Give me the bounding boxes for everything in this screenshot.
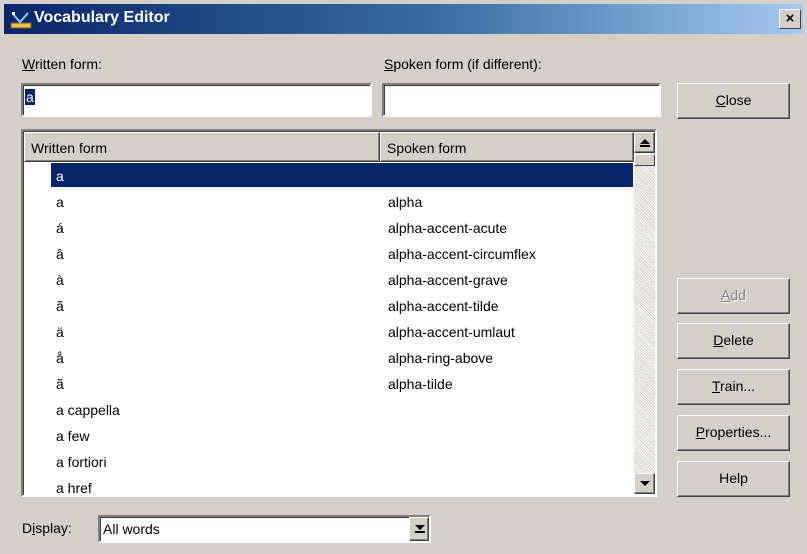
scroll-up-button[interactable]	[634, 132, 655, 153]
list-item-written: ã	[56, 298, 64, 314]
list-item-written: a	[56, 168, 64, 184]
window-close-button[interactable]: ×	[779, 9, 801, 29]
display-label: Display:	[22, 520, 72, 536]
help-button-label: Help	[719, 470, 748, 486]
list-item-written: ã	[56, 376, 64, 392]
scroll-down-button[interactable]	[634, 473, 655, 494]
list-item-spoken: alpha-accent-tilde	[388, 298, 499, 314]
train-button[interactable]: Train...	[677, 369, 790, 405]
list-item-spoken: alpha-accent-circumflex	[388, 246, 536, 262]
list-item[interactable]: a few	[24, 423, 633, 449]
list-item[interactable]: ä alpha-accent-umlaut	[24, 319, 633, 345]
spoken-form-label-text: poken form (if different):	[393, 56, 542, 72]
delete-button-accel: D	[713, 332, 724, 348]
display-selected-value: All words	[103, 521, 160, 537]
list-item[interactable]: ã alpha-accent-tilde	[24, 293, 633, 319]
vocabulary-list[interactable]: Written form Spoken form a a alpha á alpha-a…	[21, 129, 657, 497]
list-item-written: a fortiori	[56, 454, 107, 470]
list-item-written: à	[56, 272, 64, 288]
chevron-down-icon-bar	[415, 531, 425, 533]
help-button[interactable]: Help	[677, 461, 790, 497]
column-header-spoken-label: Spoken form	[387, 140, 467, 156]
list-item-written: å	[56, 350, 64, 366]
spoken-form-label-accel: S	[384, 56, 394, 72]
written-form-value: a	[25, 89, 35, 105]
list-item[interactable]: a cappella	[24, 397, 633, 423]
list-item[interactable]: å alpha-ring-above	[24, 345, 633, 371]
close-icon: ×	[785, 10, 795, 27]
properties-button[interactable]: Properties...	[677, 415, 790, 451]
list-item[interactable]: ã alpha-tilde	[24, 371, 633, 397]
written-form-label-accel: W	[22, 56, 35, 72]
column-header-spoken[interactable]: Spoken form	[380, 132, 634, 162]
list-rows: a a alpha á alpha-accent-acute â alpha-accent-…	[24, 163, 633, 496]
list-item-written: â	[56, 246, 64, 262]
list-item[interactable]: a alpha	[24, 189, 633, 215]
list-item-spoken: alpha-ring-above	[388, 350, 494, 366]
display-dropdown-button[interactable]	[409, 517, 429, 541]
list-vertical-scrollbar[interactable]	[634, 132, 655, 494]
properties-button-label: roperties...	[705, 424, 772, 440]
close-button[interactable]: Close	[677, 83, 790, 119]
list-item[interactable]: â alpha-accent-circumflex	[24, 241, 633, 267]
close-button-label: lose	[725, 92, 752, 108]
written-form-input[interactable]: a	[21, 83, 372, 117]
list-item-written: a few	[56, 428, 90, 444]
arrow-up-icon	[640, 139, 650, 144]
list-item[interactable]: a fortiori	[24, 449, 633, 475]
list-item-written: a cappella	[56, 402, 120, 418]
add-button[interactable]: Add	[677, 278, 790, 314]
delete-button[interactable]: Delete	[677, 323, 790, 359]
add-button-label: dd	[730, 287, 746, 303]
list-item-written: a href	[56, 480, 92, 496]
list-item[interactable]: á alpha-accent-acute	[24, 215, 633, 241]
column-header-written[interactable]: Written form	[24, 132, 380, 162]
vocabulary-editor-window: Vocabulary Editor × Written form: a Spok…	[0, 0, 807, 554]
list-item-written: a	[56, 194, 64, 210]
list-item-written: ä	[56, 324, 64, 340]
list-item-spoken: alpha-accent-grave	[388, 272, 508, 288]
selection-highlight	[51, 163, 633, 187]
written-form-label-text: ritten form:	[34, 56, 102, 72]
arrow-down-icon	[640, 481, 650, 486]
list-item-written: á	[56, 220, 64, 236]
spoken-form-label: Spoken form (if different):	[384, 56, 542, 72]
list-item-spoken: alpha-accent-umlaut	[388, 324, 515, 340]
vocabulary-app-icon	[10, 12, 32, 29]
scroll-thumb[interactable]	[634, 154, 655, 166]
title-bar[interactable]: Vocabulary Editor ×	[4, 4, 803, 34]
spoken-form-input[interactable]	[382, 83, 661, 117]
chevron-down-icon	[415, 525, 425, 530]
add-button-accel: A	[721, 287, 731, 303]
train-button-label: rain...	[720, 378, 756, 394]
list-item-spoken: alpha	[388, 194, 423, 210]
delete-button-label: elete	[723, 332, 754, 348]
display-select[interactable]: All words	[98, 515, 431, 543]
train-button-accel: T	[711, 378, 721, 394]
close-button-accel: C	[715, 92, 726, 108]
written-form-label: Written form:	[22, 56, 102, 72]
display-label-post: splay:	[35, 520, 72, 536]
column-header-written-label: Written form	[31, 140, 107, 156]
window-title: Vocabulary Editor	[34, 9, 170, 26]
list-item-spoken: alpha-tilde	[388, 376, 453, 392]
list-item[interactable]: a	[24, 163, 633, 189]
arrow-up-icon-bar	[640, 145, 650, 147]
properties-button-accel: P	[695, 424, 706, 440]
list-item[interactable]: a href	[24, 475, 633, 496]
list-item[interactable]: à alpha-accent-grave	[24, 267, 633, 293]
display-label-pre: D	[22, 520, 33, 536]
list-item-spoken: alpha-accent-acute	[388, 220, 508, 236]
